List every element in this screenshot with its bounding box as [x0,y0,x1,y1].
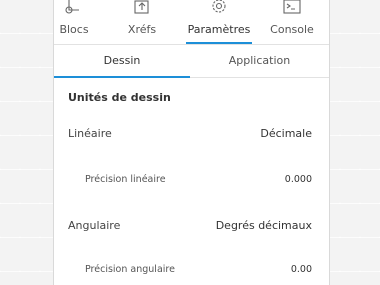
setting-label: Précision linéaire [85,174,166,185]
settings-subtabs: Dessin Application [54,45,329,78]
setting-value[interactable]: 0.00 [291,264,312,275]
nav-item-parametres[interactable]: Paramètres [182,0,256,44]
nav-label: Console [270,23,314,36]
setting-label: Précision angulaire [85,264,175,275]
console-icon [283,0,301,14]
nav-label: Blocs [59,23,89,36]
settings-panel: Blocs Xréfs Paramètres Console Dessin Ap… [53,0,330,285]
setting-label: Angulaire [68,219,121,232]
tab-dessin[interactable]: Dessin [54,45,190,78]
setting-row-angular-precision[interactable]: Précision angulaire 0.00 [54,264,329,284]
section-title-drawing-units: Unités de dessin [68,91,171,104]
nav-item-blocs[interactable]: Blocs [54,0,100,44]
setting-row-angular-units[interactable]: Angulaire Degrés décimaux [54,219,329,239]
setting-row-linear-precision[interactable]: Précision linéaire 0.000 [54,174,329,194]
blocks-icon [65,0,79,14]
tab-application[interactable]: Application [190,45,329,77]
nav-label: Paramètres [187,23,251,36]
nav-label: Xréfs [127,23,157,36]
active-tab-indicator [186,42,252,44]
setting-value[interactable]: Degrés décimaux [216,219,312,232]
setting-row-linear-units[interactable]: Linéaire Décimale [54,127,329,147]
setting-value[interactable]: Décimale [260,127,312,140]
xrefs-icon [134,0,149,14]
setting-value[interactable]: 0.000 [285,174,312,185]
nav-item-xrefs[interactable]: Xréfs [116,0,168,44]
gear-icon [212,0,226,13]
nav-item-console[interactable]: Console [262,0,322,44]
top-navigation: Blocs Xréfs Paramètres Console [54,0,329,45]
setting-label: Linéaire [68,127,112,140]
